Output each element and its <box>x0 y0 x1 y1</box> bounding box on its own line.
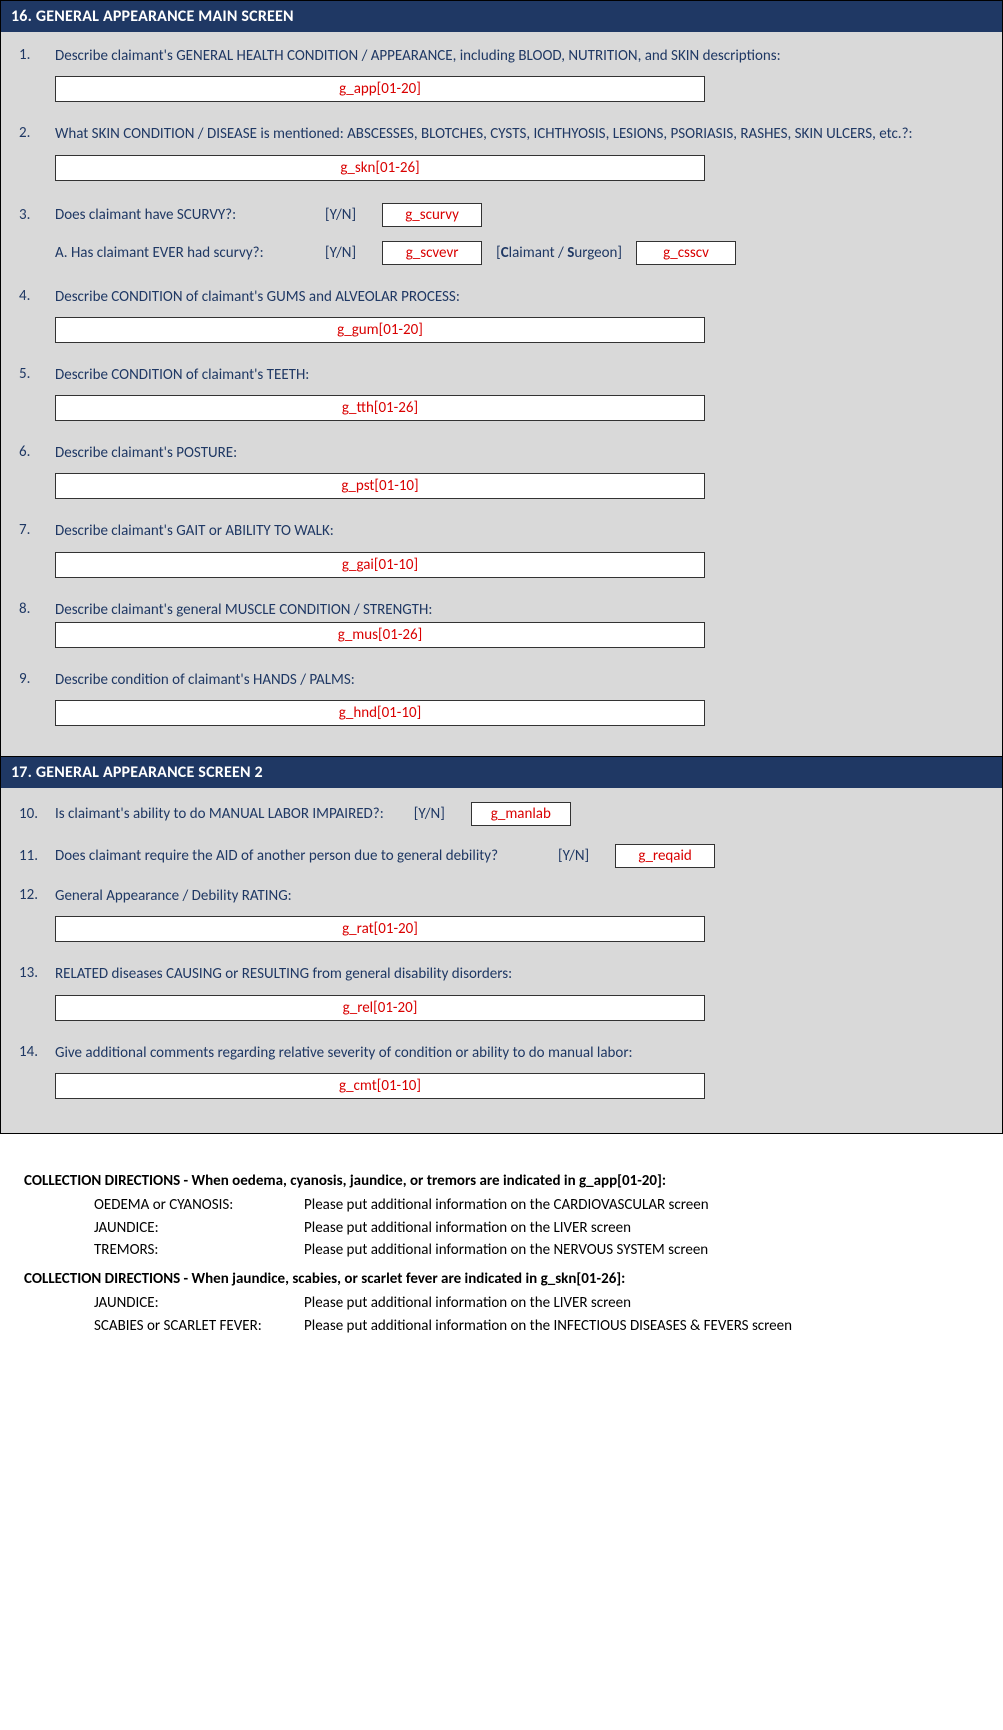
q14-num: 14. <box>19 1043 55 1061</box>
q2-text: What SKIN CONDITION / DISEASE is mention… <box>55 124 984 144</box>
directions-key: SCABIES or SCARLET FEVER: <box>94 1315 304 1338</box>
directions-row: JAUNDICE:Please put additional informati… <box>94 1292 983 1315</box>
q5-num: 5. <box>19 365 55 383</box>
q12-row: 12. General Appearance / Debility RATING… <box>19 886 984 906</box>
q4-text: Describe CONDITION of claimant's GUMS an… <box>55 287 984 307</box>
directions-row: SCABIES or SCARLET FEVER:Please put addi… <box>94 1315 983 1338</box>
q11-row: 11. Does claimant require the AID of ano… <box>19 844 984 868</box>
q3a-cs-label: [Claimant / Surgeon] <box>496 244 622 262</box>
section-17-body: 10. Is claimant's ability to do MANUAL L… <box>1 788 1002 1133</box>
q13-text: RELATED diseases CAUSING or RESULTING fr… <box>55 964 984 984</box>
collection-directions: COLLECTION DIRECTIONS - When oedema, cya… <box>0 1134 1003 1348</box>
q2-field[interactable]: g_skn[01-26] <box>55 155 705 181</box>
directions-rows-2: JAUNDICE:Please put additional informati… <box>24 1292 983 1337</box>
q5-field[interactable]: g_tth[01-26] <box>55 395 705 421</box>
q9-row: 9. Describe condition of claimant's HAND… <box>19 670 984 690</box>
q10-yn: [Y/N] <box>414 805 445 823</box>
q3a-row: A. Has claimant EVER had scurvy?: [Y/N] … <box>55 241 984 265</box>
q2-row: 2. What SKIN CONDITION / DISEASE is ment… <box>19 124 984 144</box>
q8-row: 8. Describe claimant's general MUSCLE CO… <box>19 600 984 620</box>
q13-row: 13. RELATED diseases CAUSING or RESULTIN… <box>19 964 984 984</box>
directions-head-1: COLLECTION DIRECTIONS - When oedema, cya… <box>24 1170 983 1193</box>
q6-text: Describe claimant's POSTURE: <box>55 443 984 463</box>
q10-text: Is claimant's ability to do MANUAL LABOR… <box>55 805 384 823</box>
directions-head-2: COLLECTION DIRECTIONS - When jaundice, s… <box>24 1268 983 1291</box>
q5-text: Describe CONDITION of claimant's TEETH: <box>55 365 984 385</box>
directions-key: OEDEMA or CYANOSIS: <box>94 1194 304 1217</box>
section-16: 16. GENERAL APPEARANCE MAIN SCREEN 1. De… <box>1 1 1002 756</box>
directions-row: OEDEMA or CYANOSIS:Please put additional… <box>94 1194 983 1217</box>
q7-text: Describe claimant's GAIT or ABILITY TO W… <box>55 521 984 541</box>
section-16-body: 1. Describe claimant's GENERAL HEALTH CO… <box>1 32 1002 756</box>
directions-val: Please put additional information on the… <box>304 1194 983 1217</box>
q4-field[interactable]: g_gum[01-20] <box>55 317 705 343</box>
directions-val: Please put additional information on the… <box>304 1292 983 1315</box>
q10-field[interactable]: g_manlab <box>471 802 571 826</box>
q14-text: Give additional comments regarding relat… <box>55 1043 984 1063</box>
directions-val: Please put additional information on the… <box>304 1217 983 1240</box>
q6-field[interactable]: g_pst[01-10] <box>55 473 705 499</box>
q3-num: 3. <box>19 206 55 224</box>
q6-row: 6. Describe claimant's POSTURE: <box>19 443 984 463</box>
q1-text: Describe claimant's GENERAL HEALTH CONDI… <box>55 46 984 66</box>
q3a-yn: [Y/N] <box>325 244 356 262</box>
q12-field[interactable]: g_rat[01-20] <box>55 916 705 942</box>
q9-num: 9. <box>19 670 55 688</box>
q11-field[interactable]: g_reqaid <box>615 844 715 868</box>
directions-rows-1: OEDEMA or CYANOSIS:Please put additional… <box>24 1194 983 1262</box>
directions-val: Please put additional information on the… <box>304 1239 983 1262</box>
q6-num: 6. <box>19 443 55 461</box>
q3-row: 3. Does claimant have SCURVY?: [Y/N] g_s… <box>19 203 984 227</box>
q13-num: 13. <box>19 964 55 982</box>
directions-row: JAUNDICE:Please put additional informati… <box>94 1217 983 1240</box>
q10-num: 10. <box>19 805 55 823</box>
q11-num: 11. <box>19 847 55 865</box>
q1-field[interactable]: g_app[01-20] <box>55 76 705 102</box>
q2-num: 2. <box>19 124 55 142</box>
q3-field[interactable]: g_scurvy <box>382 203 482 227</box>
q8-text: Describe claimant's general MUSCLE CONDI… <box>55 600 984 620</box>
q10-row: 10. Is claimant's ability to do MANUAL L… <box>19 802 984 826</box>
q12-num: 12. <box>19 886 55 904</box>
q4-row: 4. Describe CONDITION of claimant's GUMS… <box>19 287 984 307</box>
q3-yn: [Y/N] <box>325 206 356 224</box>
q3a-label: A. Has claimant EVER had scurvy?: <box>55 244 315 262</box>
form-page: 16. GENERAL APPEARANCE MAIN SCREEN 1. De… <box>0 0 1003 1134</box>
q3-text: Does claimant have SCURVY?: <box>55 206 315 224</box>
q8-num: 8. <box>19 600 55 618</box>
q9-field[interactable]: g_hnd[01-10] <box>55 700 705 726</box>
directions-row: TREMORS:Please put additional informatio… <box>94 1239 983 1262</box>
q7-row: 7. Describe claimant's GAIT or ABILITY T… <box>19 521 984 541</box>
q3a-field2[interactable]: g_csscv <box>636 241 736 265</box>
q14-field[interactable]: g_cmt[01-10] <box>55 1073 705 1099</box>
q12-text: General Appearance / Debility RATING: <box>55 886 984 906</box>
q5-row: 5. Describe CONDITION of claimant's TEET… <box>19 365 984 385</box>
q11-yn: [Y/N] <box>558 847 589 865</box>
q7-num: 7. <box>19 521 55 539</box>
q4-num: 4. <box>19 287 55 305</box>
q9-text: Describe condition of claimant's HANDS /… <box>55 670 984 690</box>
section-16-header: 16. GENERAL APPEARANCE MAIN SCREEN <box>1 1 1002 32</box>
q1-num: 1. <box>19 46 55 64</box>
directions-key: JAUNDICE: <box>94 1292 304 1315</box>
q3a-field1[interactable]: g_scvevr <box>382 241 482 265</box>
directions-key: JAUNDICE: <box>94 1217 304 1240</box>
q7-field[interactable]: g_gai[01-10] <box>55 552 705 578</box>
q11-text: Does claimant require the AID of another… <box>55 847 498 865</box>
q13-field[interactable]: g_rel[01-20] <box>55 995 705 1021</box>
section-17-header: 17. GENERAL APPEARANCE SCREEN 2 <box>1 757 1002 788</box>
q8-field[interactable]: g_mus[01-26] <box>55 622 705 648</box>
q1-row: 1. Describe claimant's GENERAL HEALTH CO… <box>19 46 984 66</box>
directions-val: Please put additional information on the… <box>304 1315 983 1338</box>
q14-row: 14. Give additional comments regarding r… <box>19 1043 984 1063</box>
directions-key: TREMORS: <box>94 1239 304 1262</box>
section-17: 17. GENERAL APPEARANCE SCREEN 2 10. Is c… <box>1 756 1002 1133</box>
